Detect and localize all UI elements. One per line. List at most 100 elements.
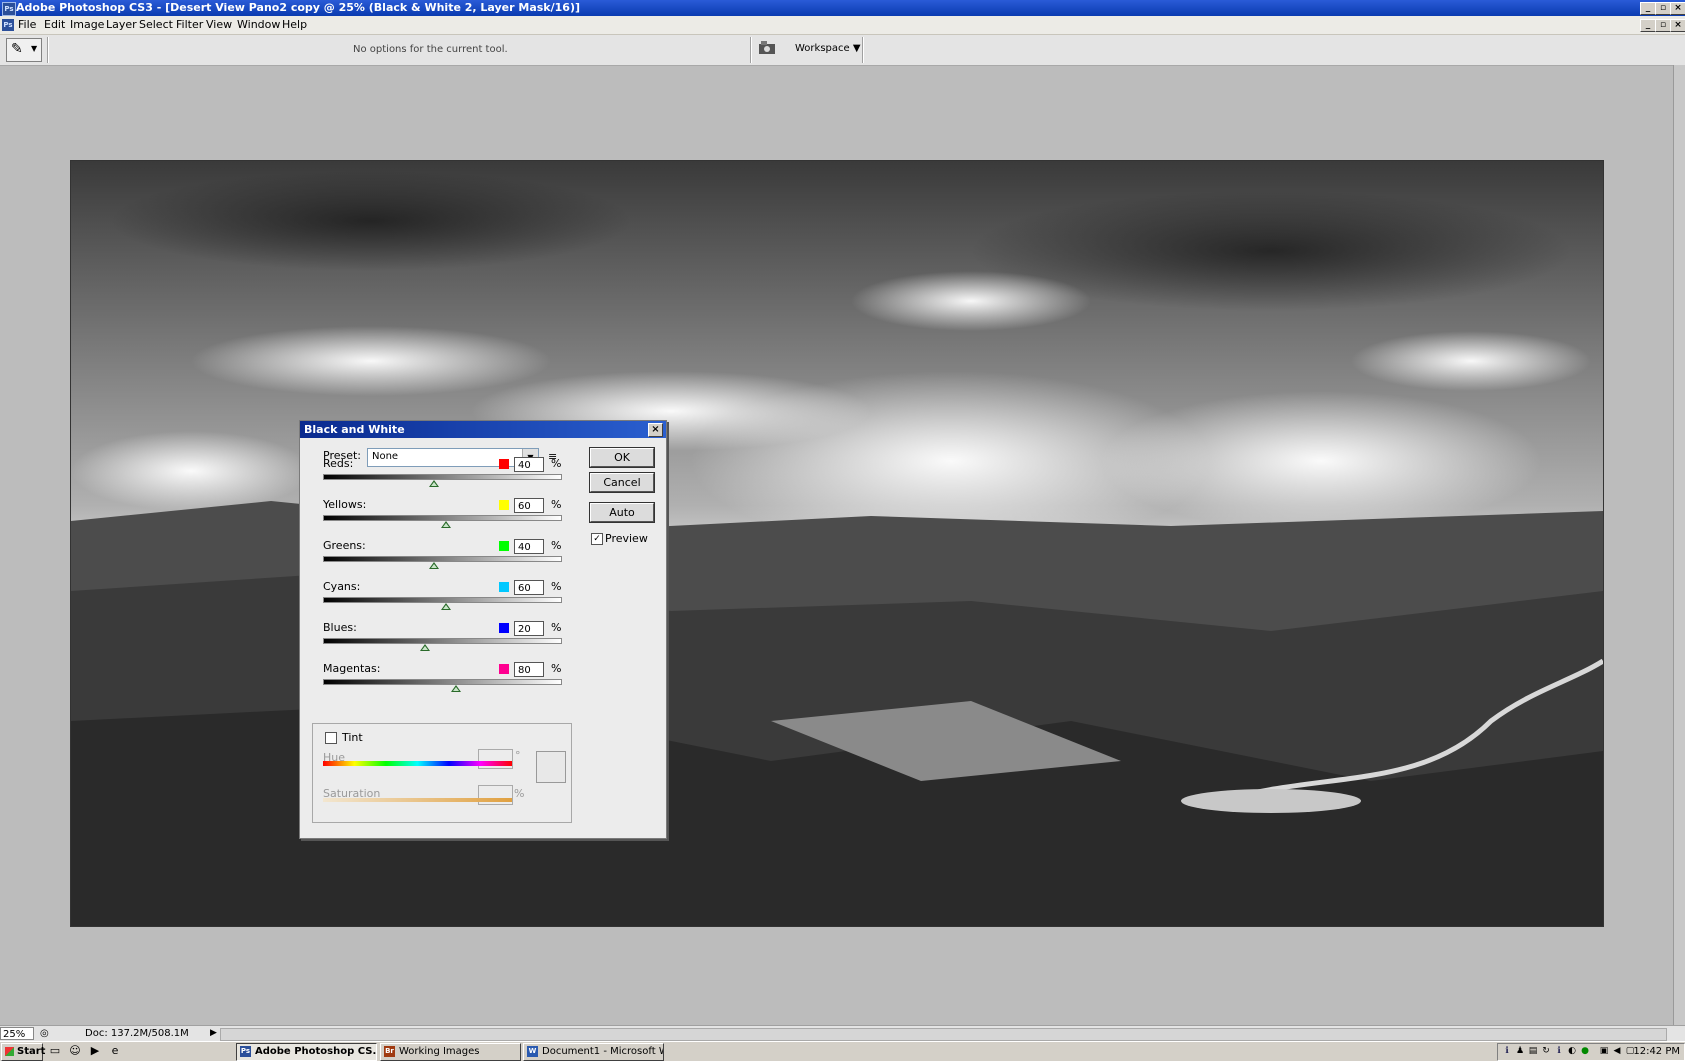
dialog-title-bar[interactable]: Black and White × xyxy=(300,421,666,438)
reds-slider-thumb[interactable] xyxy=(429,480,439,487)
taskbar-item-word-document[interactable]: W Document1 - Microsoft W... xyxy=(523,1043,664,1061)
reds-color-swatch xyxy=(499,459,509,469)
doc-close-button[interactable]: × xyxy=(1670,19,1685,32)
menu-filter[interactable]: Filter xyxy=(176,18,203,31)
title-bar: Ps Adobe Photoshop CS3 - [Desert View Pa… xyxy=(0,0,1685,16)
restore-button[interactable]: ▫ xyxy=(1655,2,1671,15)
menu-window[interactable]: Window xyxy=(237,18,280,31)
taskbar-item-photoshop[interactable]: Ps Adobe Photoshop CS... xyxy=(236,1043,377,1061)
tool-preset-picker[interactable]: ✎ ▼ xyxy=(6,38,42,62)
minimize-button[interactable]: _ xyxy=(1640,2,1656,15)
workspace-icon[interactable] xyxy=(758,40,776,56)
cancel-button[interactable]: Cancel xyxy=(589,472,655,493)
menu-help[interactable]: Help xyxy=(282,18,307,31)
menu-image[interactable]: Image xyxy=(70,18,104,31)
windows-logo-icon xyxy=(5,1047,14,1056)
workspace-menu[interactable]: Workspace ▼ xyxy=(795,43,861,54)
zoom-field[interactable]: 25% xyxy=(0,1027,34,1040)
yellows-value-input[interactable]: 60 xyxy=(514,498,544,513)
photoshop-app-icon: Ps xyxy=(2,2,16,16)
sync-tray-icon[interactable]: ↻ xyxy=(1541,1046,1551,1057)
reds-value-input[interactable]: 40 xyxy=(514,457,544,472)
user-tray-icon[interactable]: ♟ xyxy=(1515,1046,1525,1057)
cyans-slider-thumb[interactable] xyxy=(441,603,451,610)
divider xyxy=(750,37,752,63)
internet-explorer-icon[interactable]: e xyxy=(108,1044,122,1057)
blues-value-input[interactable]: 20 xyxy=(514,621,544,636)
cyans-color-swatch xyxy=(499,582,509,592)
hue-unit: ° xyxy=(515,749,521,762)
status-menu-arrow-icon[interactable]: ▶ xyxy=(210,1028,217,1038)
info-tray-icon[interactable]: ℹ xyxy=(1502,1046,1512,1057)
show-desktop-icon[interactable]: ▭ xyxy=(48,1044,62,1057)
greens-slider-thumb[interactable] xyxy=(429,562,439,569)
yellows-slider-thumb[interactable] xyxy=(441,521,451,528)
reds-percent-sign: % xyxy=(551,457,562,470)
reds-label: Reds: xyxy=(323,457,354,470)
eyedropper-icon: ✎ xyxy=(11,41,23,57)
messenger-icon[interactable]: ☺ xyxy=(68,1044,82,1057)
bridge-icon: Br xyxy=(384,1046,395,1057)
preset-value: None xyxy=(372,451,399,462)
divider xyxy=(862,37,864,63)
menu-file[interactable]: File xyxy=(18,18,36,31)
auto-button[interactable]: Auto xyxy=(589,502,655,523)
hue-gradient-slider[interactable] xyxy=(323,761,512,766)
tint-checkbox[interactable] xyxy=(325,732,337,744)
monitor-tray-icon[interactable]: ▣ xyxy=(1599,1046,1609,1057)
tint-label: Tint xyxy=(340,731,365,744)
options-message: No options for the current tool. xyxy=(353,44,508,55)
greens-value-input[interactable]: 40 xyxy=(514,539,544,554)
dialog-title: Black and White xyxy=(304,423,405,436)
magentas-slider[interactable] xyxy=(323,679,562,685)
network-tray-icon[interactable]: ▤ xyxy=(1528,1046,1538,1057)
preview-label: Preview xyxy=(605,532,648,545)
blues-color-swatch xyxy=(499,623,509,633)
doc-minimize-button[interactable]: _ xyxy=(1640,19,1656,32)
chevron-down-icon: ▼ xyxy=(31,44,38,53)
clock: 12:42 PM xyxy=(1633,1046,1680,1057)
horizontal-scrollbar[interactable] xyxy=(220,1028,1667,1041)
magentas-percent-sign: % xyxy=(551,662,562,675)
media-player-icon[interactable]: ▶ xyxy=(88,1044,102,1057)
blues-percent-sign: % xyxy=(551,621,562,634)
saturation-input[interactable] xyxy=(478,785,513,805)
taskbar: Start ▭ ☺ ▶ e Ps Adobe Photoshop CS... B… xyxy=(0,1041,1685,1061)
menu-view[interactable]: View xyxy=(206,18,232,31)
shield-tray-icon[interactable]: ◐ xyxy=(1567,1046,1577,1057)
yellows-color-swatch xyxy=(499,500,509,510)
magentas-value-input[interactable]: 80 xyxy=(514,662,544,677)
doc-restore-button[interactable]: ▫ xyxy=(1655,19,1671,32)
security-tray-icon[interactable]: ● xyxy=(1580,1046,1590,1057)
menu-layer[interactable]: Layer xyxy=(106,18,137,31)
yellows-percent-sign: % xyxy=(551,498,562,511)
reds-slider[interactable] xyxy=(323,474,562,480)
saturation-gradient-slider[interactable] xyxy=(323,798,512,802)
greens-slider[interactable] xyxy=(323,556,562,562)
system-tray: ℹ ♟ ▤ ↻ ℹ ◐ ● ▣ ◀ ▢ 12:42 PM xyxy=(1497,1043,1685,1061)
divider xyxy=(47,37,49,63)
greens-color-swatch xyxy=(499,541,509,551)
dialog-close-button[interactable]: × xyxy=(648,423,663,437)
magentas-slider-thumb[interactable] xyxy=(451,685,461,692)
document-icon[interactable]: Ps xyxy=(2,19,14,31)
taskbar-item-working-images[interactable]: Br Working Images xyxy=(380,1043,521,1061)
window-title: Adobe Photoshop CS3 - [Desert View Pano2… xyxy=(16,1,581,14)
ok-button[interactable]: OK xyxy=(589,447,655,468)
hue-input[interactable] xyxy=(478,749,513,769)
close-button[interactable]: × xyxy=(1670,2,1685,15)
magentas-color-swatch xyxy=(499,664,509,674)
cyans-value-input[interactable]: 60 xyxy=(514,580,544,595)
help-tray-icon[interactable]: ℹ xyxy=(1554,1046,1564,1057)
menu-edit[interactable]: Edit xyxy=(44,18,65,31)
zoom-icon[interactable]: ◎ xyxy=(40,1028,49,1039)
volume-tray-icon[interactable]: ◀ xyxy=(1612,1046,1622,1057)
photoshop-icon: Ps xyxy=(240,1046,251,1057)
start-button[interactable]: Start xyxy=(1,1043,45,1061)
preview-checkbox[interactable]: ✓ xyxy=(591,533,603,545)
menu-select[interactable]: Select xyxy=(139,18,173,31)
vertical-scrollbar[interactable] xyxy=(1673,65,1685,1025)
blues-slider-thumb[interactable] xyxy=(420,644,430,651)
blues-slider[interactable] xyxy=(323,638,562,644)
options-bar: ✎ ▼ No options for the current tool. Wor… xyxy=(0,35,1685,66)
